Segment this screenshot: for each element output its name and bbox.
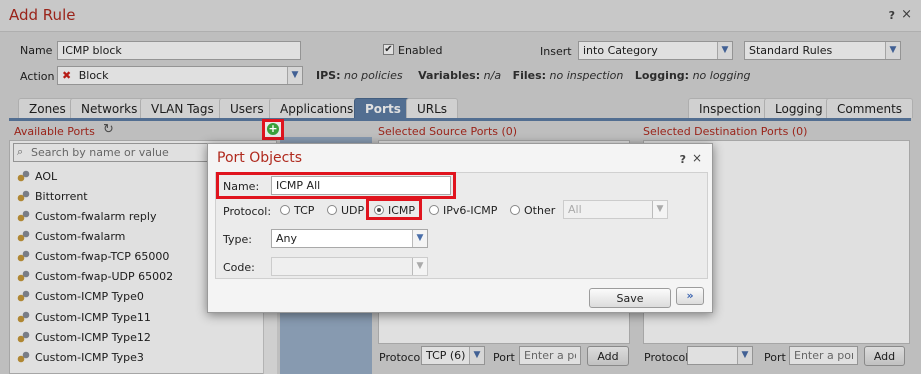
chevron-down-icon: ▼ xyxy=(652,201,667,218)
add-port-object-icon[interactable]: + xyxy=(267,123,279,135)
modal-title: Port Objects xyxy=(217,150,303,166)
radio-udp-label: UDP xyxy=(341,204,365,217)
radio-ipv6-icmp[interactable] xyxy=(429,205,439,215)
radio-ipv6-icmp-label: IPv6-ICMP xyxy=(443,204,498,217)
other-protocol-select[interactable]: All ▼ xyxy=(563,200,668,219)
port-objects-dialog: Port Objects ? × Name: ICMP All Protocol… xyxy=(207,143,713,313)
help-icon[interactable]: ? xyxy=(680,153,686,166)
radio-icmp-label: ICMP xyxy=(388,204,416,217)
radio-other[interactable] xyxy=(510,205,520,215)
radio-other-label: Other xyxy=(524,204,556,217)
chevron-down-icon: ▼ xyxy=(412,230,427,247)
chevron-down-icon: ▼ xyxy=(412,258,427,275)
modal-code-label: Code: xyxy=(223,261,255,274)
icmp-type-value: Any xyxy=(276,232,298,245)
radio-icmp[interactable] xyxy=(374,205,384,215)
icmp-code-select[interactable]: ▼ xyxy=(271,257,428,276)
modal-protocol-label: Protocol: xyxy=(223,205,272,218)
close-icon[interactable]: × xyxy=(692,151,702,165)
modal-name-field[interactable]: ICMP All xyxy=(271,176,451,195)
radio-tcp-label: TCP xyxy=(294,204,315,217)
icmp-type-select[interactable]: Any ▼ xyxy=(271,229,428,248)
modal-name-label: Name: xyxy=(223,180,260,193)
modal-type-label: Type: xyxy=(223,233,252,246)
save-button[interactable]: Save xyxy=(589,288,671,308)
radio-udp[interactable] xyxy=(327,205,337,215)
radio-tcp[interactable] xyxy=(280,205,290,215)
more-options-button[interactable]: » xyxy=(676,287,704,305)
other-protocol-value: All xyxy=(568,203,582,216)
